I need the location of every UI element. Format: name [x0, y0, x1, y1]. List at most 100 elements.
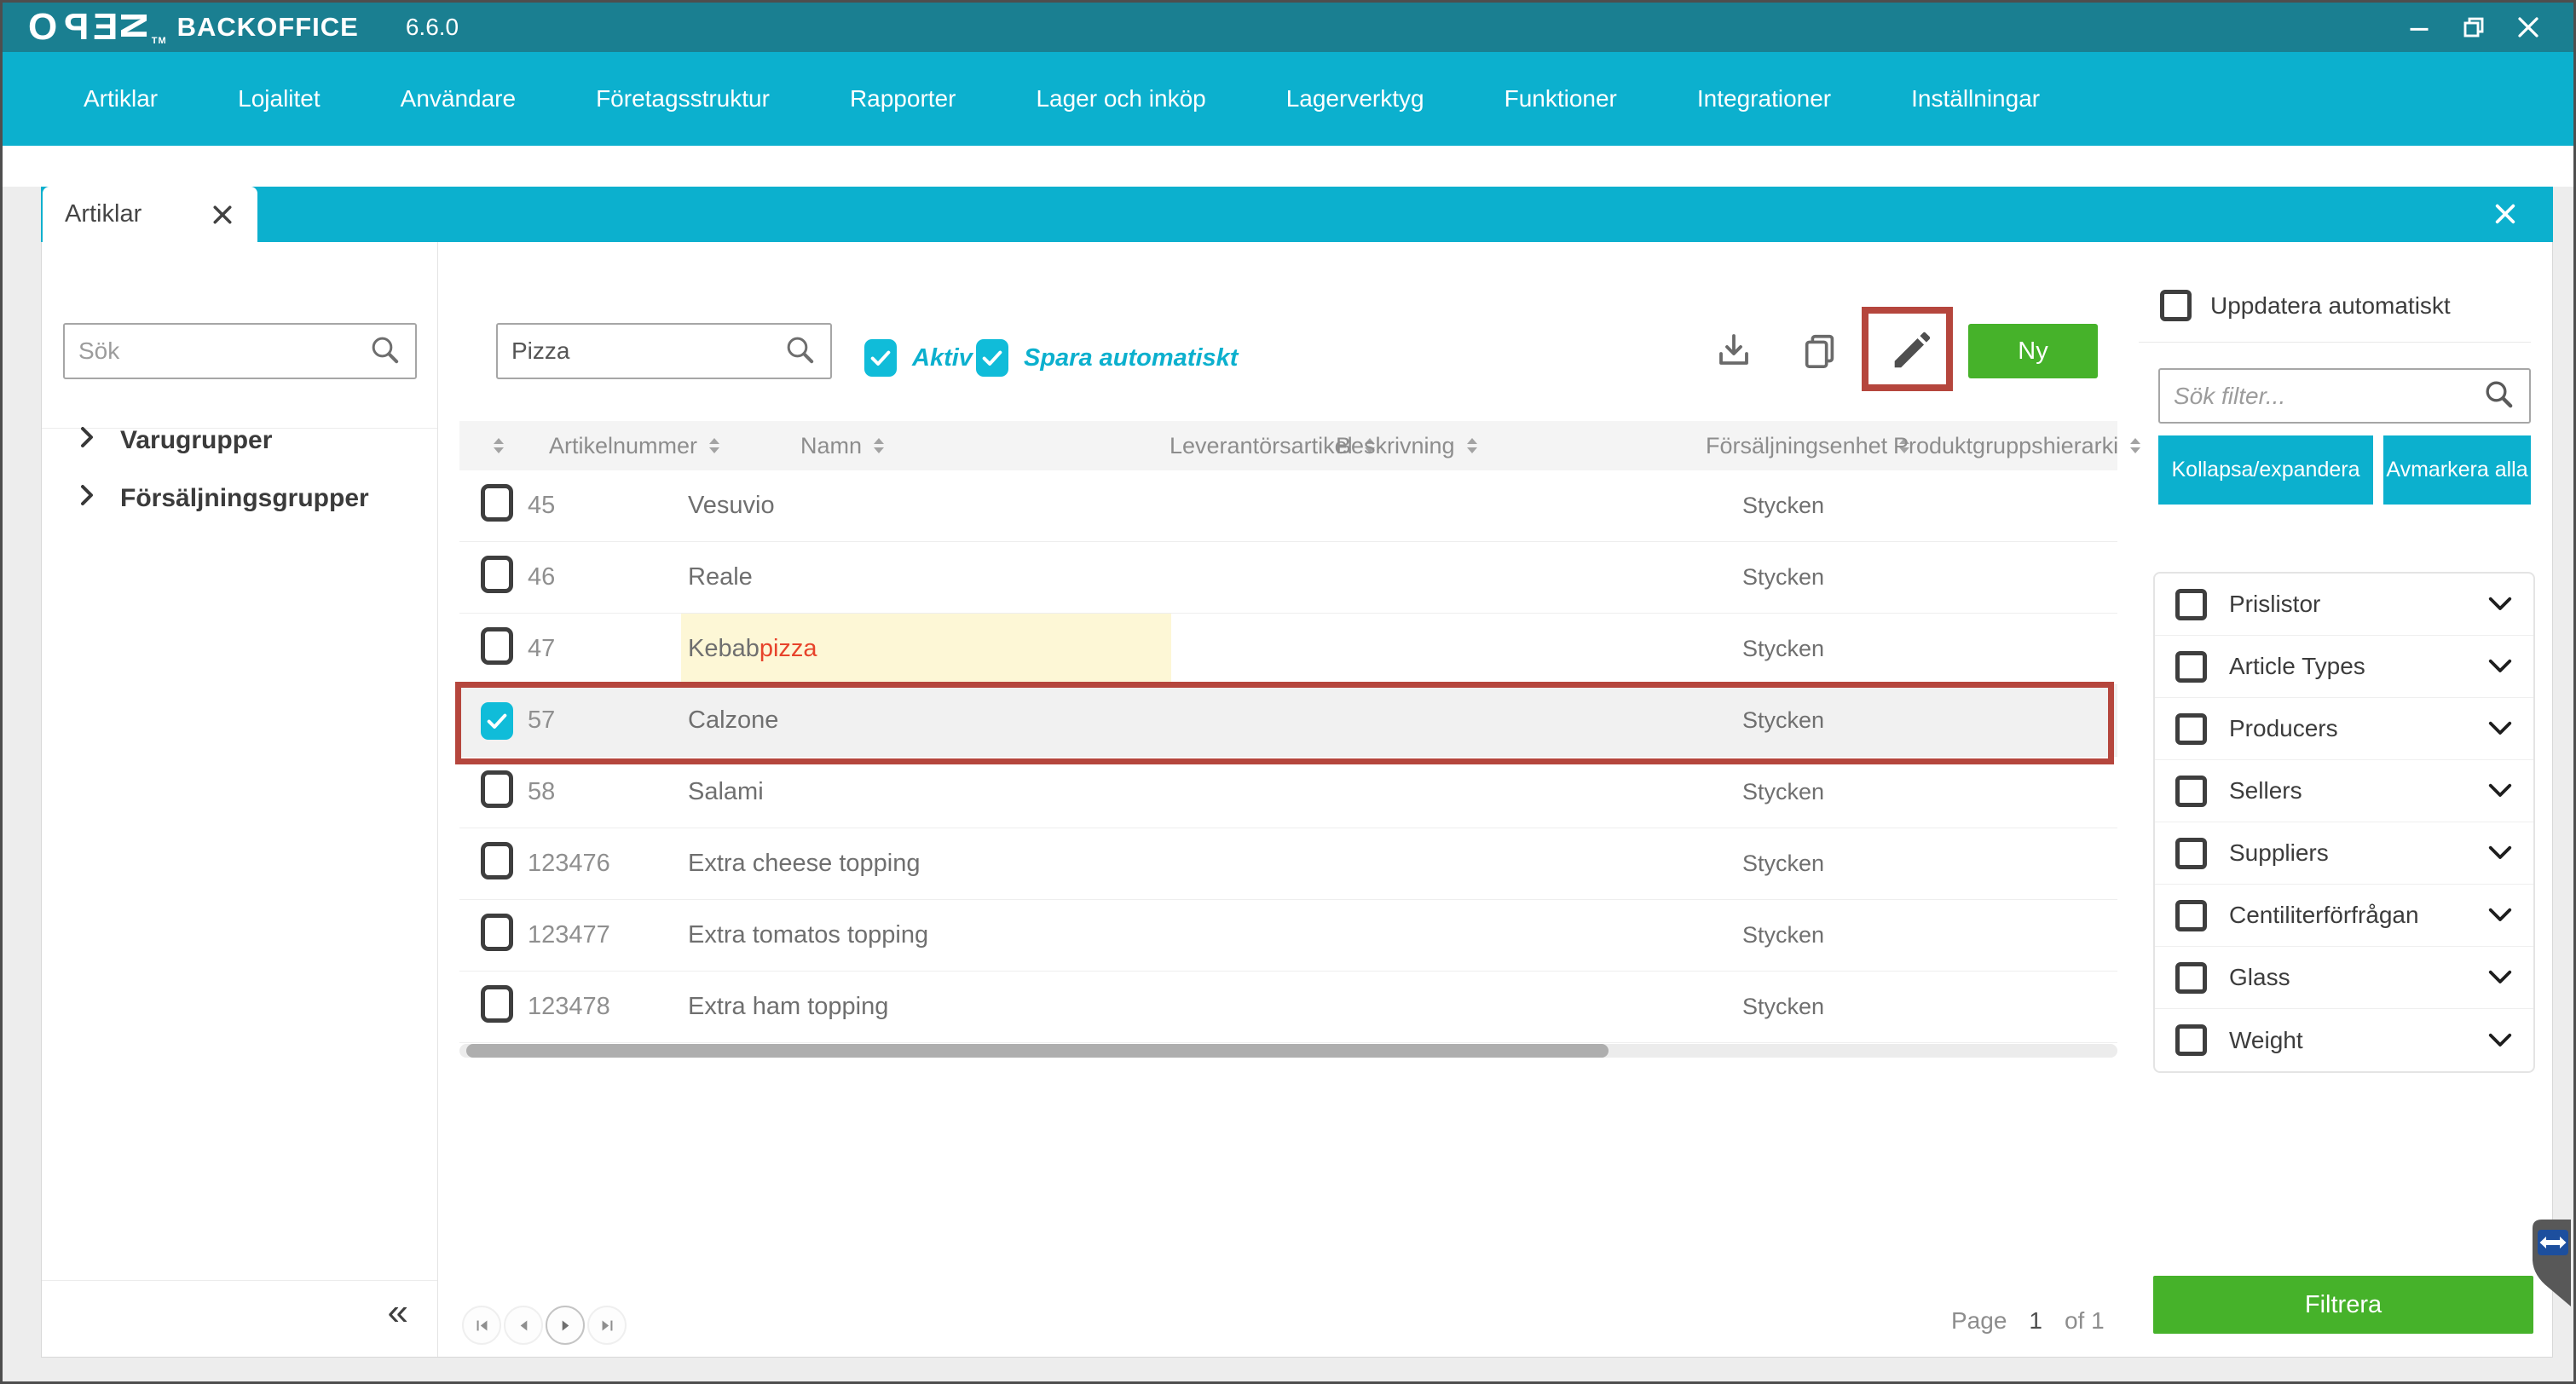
column-sort-select[interactable] — [494, 421, 504, 470]
row-checkbox[interactable] — [481, 914, 513, 951]
table-row[interactable]: 58 Salami Stycken — [459, 757, 2117, 828]
chevron-down-icon[interactable] — [2487, 720, 2513, 737]
filter-item-suppliers[interactable]: Suppliers — [2155, 822, 2533, 885]
filter-checkbox[interactable] — [2175, 713, 2207, 745]
nav-item-integrationer[interactable]: Integrationer — [1697, 85, 1831, 112]
chevron-down-icon[interactable] — [2487, 782, 2513, 799]
filter-checkbox[interactable] — [2175, 962, 2207, 994]
filter-checkbox[interactable] — [2175, 651, 2207, 683]
article-search-input[interactable] — [511, 337, 783, 365]
auto-update-label: Uppdatera automatiskt — [2210, 292, 2451, 320]
scrollbar-thumb[interactable] — [466, 1044, 1609, 1058]
nav-item-foretagsstruktur[interactable]: Företagsstruktur — [596, 85, 770, 112]
chevron-down-icon[interactable] — [2487, 969, 2513, 986]
filter-search-input[interactable] — [2174, 383, 2481, 410]
table-row[interactable]: 123478 Extra ham topping Stycken — [459, 972, 2117, 1043]
filter-checkbox[interactable] — [2175, 589, 2207, 620]
table-row[interactable]: 123476 Extra cheese topping Stycken — [459, 828, 2117, 900]
filter-sidebar: Uppdatera automatiskt Kollapsa/expandera… — [2139, 242, 2554, 1357]
column-header-produktgruppshierarki[interactable]: Produktgruppshierarki — [1893, 421, 2140, 470]
tab-artiklar[interactable]: Artiklar — [43, 187, 257, 242]
current-page-value[interactable]: 1 — [2029, 1307, 2042, 1335]
table-row[interactable]: 46 Reale Stycken — [459, 542, 2117, 614]
group-search-input[interactable] — [78, 337, 367, 365]
prev-page-button[interactable] — [504, 1306, 543, 1345]
row-checkbox[interactable] — [481, 842, 513, 879]
filter-checkbox[interactable] — [2175, 1024, 2207, 1056]
edit-pencil-icon[interactable] — [1887, 326, 1937, 375]
copy-icon[interactable] — [1800, 331, 1840, 372]
horizontal-scrollbar[interactable] — [459, 1044, 2117, 1058]
nav-item-lager-och-inkop[interactable]: Lager och inköp — [1036, 85, 1205, 112]
download-icon[interactable] — [1713, 331, 1754, 372]
version-label: 6.6.0 — [406, 14, 459, 41]
autosave-checkbox-label: Spara automatiskt — [1024, 339, 1238, 377]
new-article-button[interactable]: Ny — [1968, 324, 2098, 378]
filter-item-centiliterforfragan[interactable]: Centiliterförfrågan — [2155, 885, 2533, 947]
sidebar-collapse-button[interactable]: « — [388, 1294, 408, 1331]
row-checkbox[interactable] — [481, 702, 513, 740]
filter-item-article-types[interactable]: Article Types — [2155, 636, 2533, 698]
filter-checkbox[interactable] — [2175, 838, 2207, 869]
table-row[interactable]: 123477 Extra tomatos topping Stycken — [459, 900, 2117, 972]
logo-letter: N — [114, 12, 152, 43]
last-page-button[interactable] — [587, 1306, 627, 1345]
chevron-down-icon[interactable] — [2487, 1032, 2513, 1049]
filter-item-weight[interactable]: Weight — [2155, 1009, 2533, 1071]
nav-item-artiklar[interactable]: Artiklar — [84, 85, 158, 112]
column-header-forsaljningsenhet[interactable]: Försäljningsenhet — [1706, 421, 1909, 470]
nav-item-lagerverktyg[interactable]: Lagerverktyg — [1286, 85, 1424, 112]
chevron-down-icon[interactable] — [2487, 596, 2513, 613]
table-row-selected[interactable]: 57 Calzone Stycken — [459, 685, 2117, 757]
filter-checkbox[interactable] — [2175, 776, 2207, 807]
chevron-down-icon[interactable] — [2487, 845, 2513, 862]
tree-item-forsaljningsgrupper[interactable]: Försäljningsgrupper — [78, 475, 369, 522]
next-page-button[interactable] — [546, 1306, 585, 1345]
auto-update-checkbox[interactable] — [2160, 290, 2192, 321]
strip-close-icon[interactable] — [2492, 200, 2519, 228]
tab-close-icon[interactable] — [210, 202, 235, 228]
window-controls — [2405, 13, 2543, 42]
teamviewer-badge[interactable] — [2532, 1220, 2571, 1306]
row-checkbox[interactable] — [481, 770, 513, 808]
row-checkbox[interactable] — [481, 556, 513, 593]
deselect-all-button[interactable]: Avmarkera alla — [2383, 435, 2531, 505]
filter-list: Prislistor Article Types Producers Selle… — [2153, 572, 2535, 1073]
nav-item-anvandare[interactable]: Användare — [401, 85, 516, 112]
column-header-beskrivning[interactable]: Beskrivning — [1336, 421, 1477, 470]
tree-item-varugrupper[interactable]: Varugrupper — [78, 417, 272, 464]
active-checkbox[interactable] — [864, 339, 897, 377]
filter-item-prislistor[interactable]: Prislistor — [2155, 574, 2533, 636]
first-page-button[interactable] — [462, 1306, 501, 1345]
filter-item-producers[interactable]: Producers — [2155, 698, 2533, 760]
minimize-icon[interactable] — [2405, 13, 2434, 42]
nav-item-lojalitet[interactable]: Lojalitet — [238, 85, 321, 112]
filter-checkbox[interactable] — [2175, 900, 2207, 931]
chevron-down-icon[interactable] — [2487, 907, 2513, 924]
filter-item-sellers[interactable]: Sellers — [2155, 760, 2533, 822]
nav-item-installningar[interactable]: Inställningar — [1911, 85, 2040, 112]
row-checkbox[interactable] — [481, 627, 513, 665]
article-search-box — [496, 323, 832, 379]
close-icon[interactable] — [2514, 13, 2543, 42]
collapse-expand-button[interactable]: Kollapsa/expandera — [2158, 435, 2373, 505]
tab-label: Artiklar — [65, 200, 142, 228]
column-header-namn[interactable]: Namn — [800, 421, 884, 470]
table-row[interactable]: 47 Kebab pizza Stycken — [459, 614, 2117, 685]
main-nav: Artiklar Lojalitet Användare Företagsstr… — [3, 52, 2573, 146]
autosave-checkbox[interactable] — [976, 339, 1008, 377]
divider — [2139, 342, 2531, 343]
filter-item-glass[interactable]: Glass — [2155, 947, 2533, 1009]
row-checkbox[interactable] — [481, 484, 513, 522]
nav-item-funktioner[interactable]: Funktioner — [1505, 85, 1617, 112]
search-icon — [783, 332, 817, 371]
filter-search-box — [2158, 368, 2531, 424]
table-row[interactable]: 45 Vesuvio Stycken — [459, 470, 2117, 542]
filter-apply-button[interactable]: Filtrera — [2153, 1276, 2533, 1334]
column-header-artikelnummer[interactable]: Artikelnummer — [549, 421, 719, 470]
row-checkbox[interactable] — [481, 985, 513, 1023]
search-icon — [2481, 377, 2515, 415]
chevron-down-icon[interactable] — [2487, 658, 2513, 675]
nav-item-rapporter[interactable]: Rapporter — [850, 85, 956, 112]
restore-icon[interactable] — [2459, 13, 2488, 42]
